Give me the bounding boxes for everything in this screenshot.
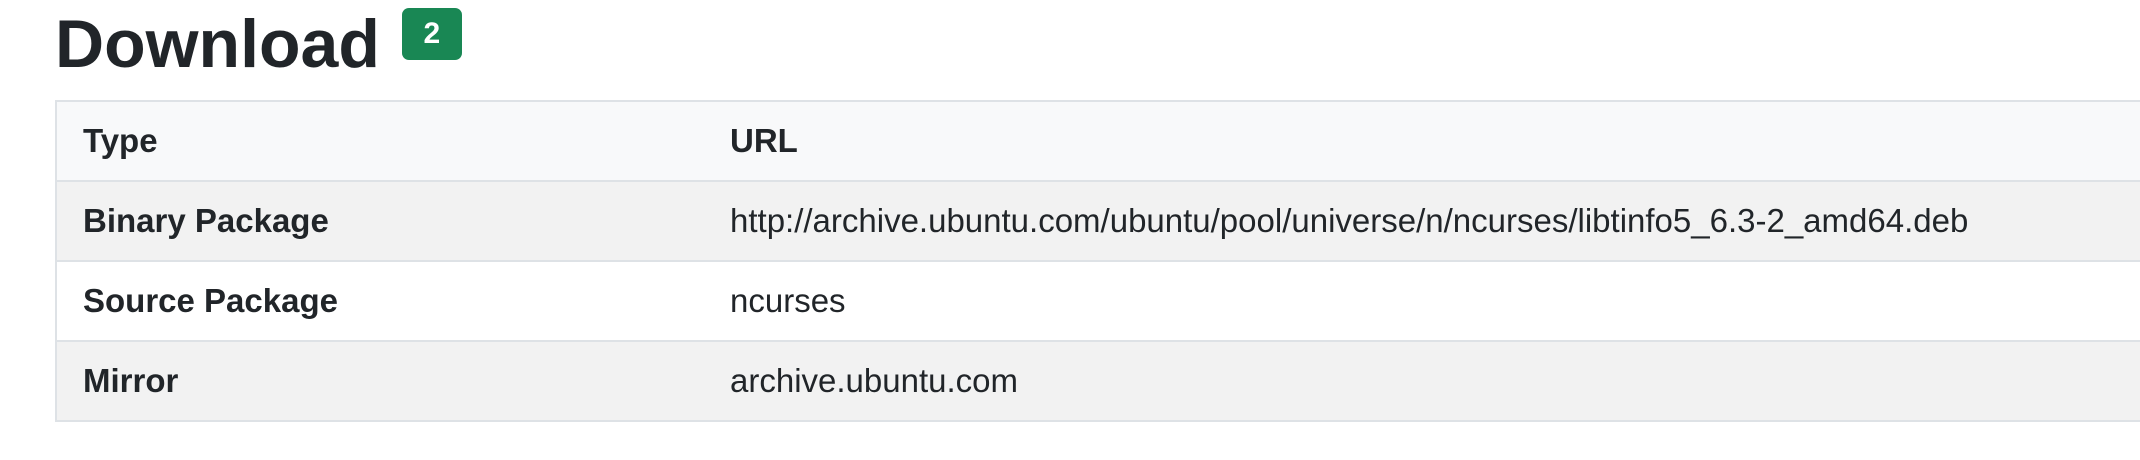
column-header-type: Type — [56, 101, 704, 182]
section-heading: Download 2 — [55, 4, 462, 84]
table-row: Mirror archive.ubuntu.com — [56, 341, 2140, 422]
page-title: Download — [55, 6, 380, 82]
row-label-binary-package: Binary Package — [56, 181, 704, 262]
table-row: Binary Package http://archive.ubuntu.com… — [56, 181, 2140, 262]
mirror-value[interactable]: archive.ubuntu.com — [704, 341, 2140, 422]
source-package-value[interactable]: ncurses — [704, 261, 2140, 342]
column-header-url: URL — [704, 101, 2140, 182]
table-header-row: Type URL — [56, 101, 2140, 182]
row-label-mirror: Mirror — [56, 341, 704, 422]
download-table: Type URL Binary Package http://archive.u… — [55, 100, 2140, 422]
row-label-source-package: Source Package — [56, 261, 704, 342]
binary-package-url[interactable]: http://archive.ubuntu.com/ubuntu/pool/un… — [704, 181, 2140, 262]
count-badge: 2 — [401, 8, 462, 60]
table-row: Source Package ncurses — [56, 261, 2140, 342]
